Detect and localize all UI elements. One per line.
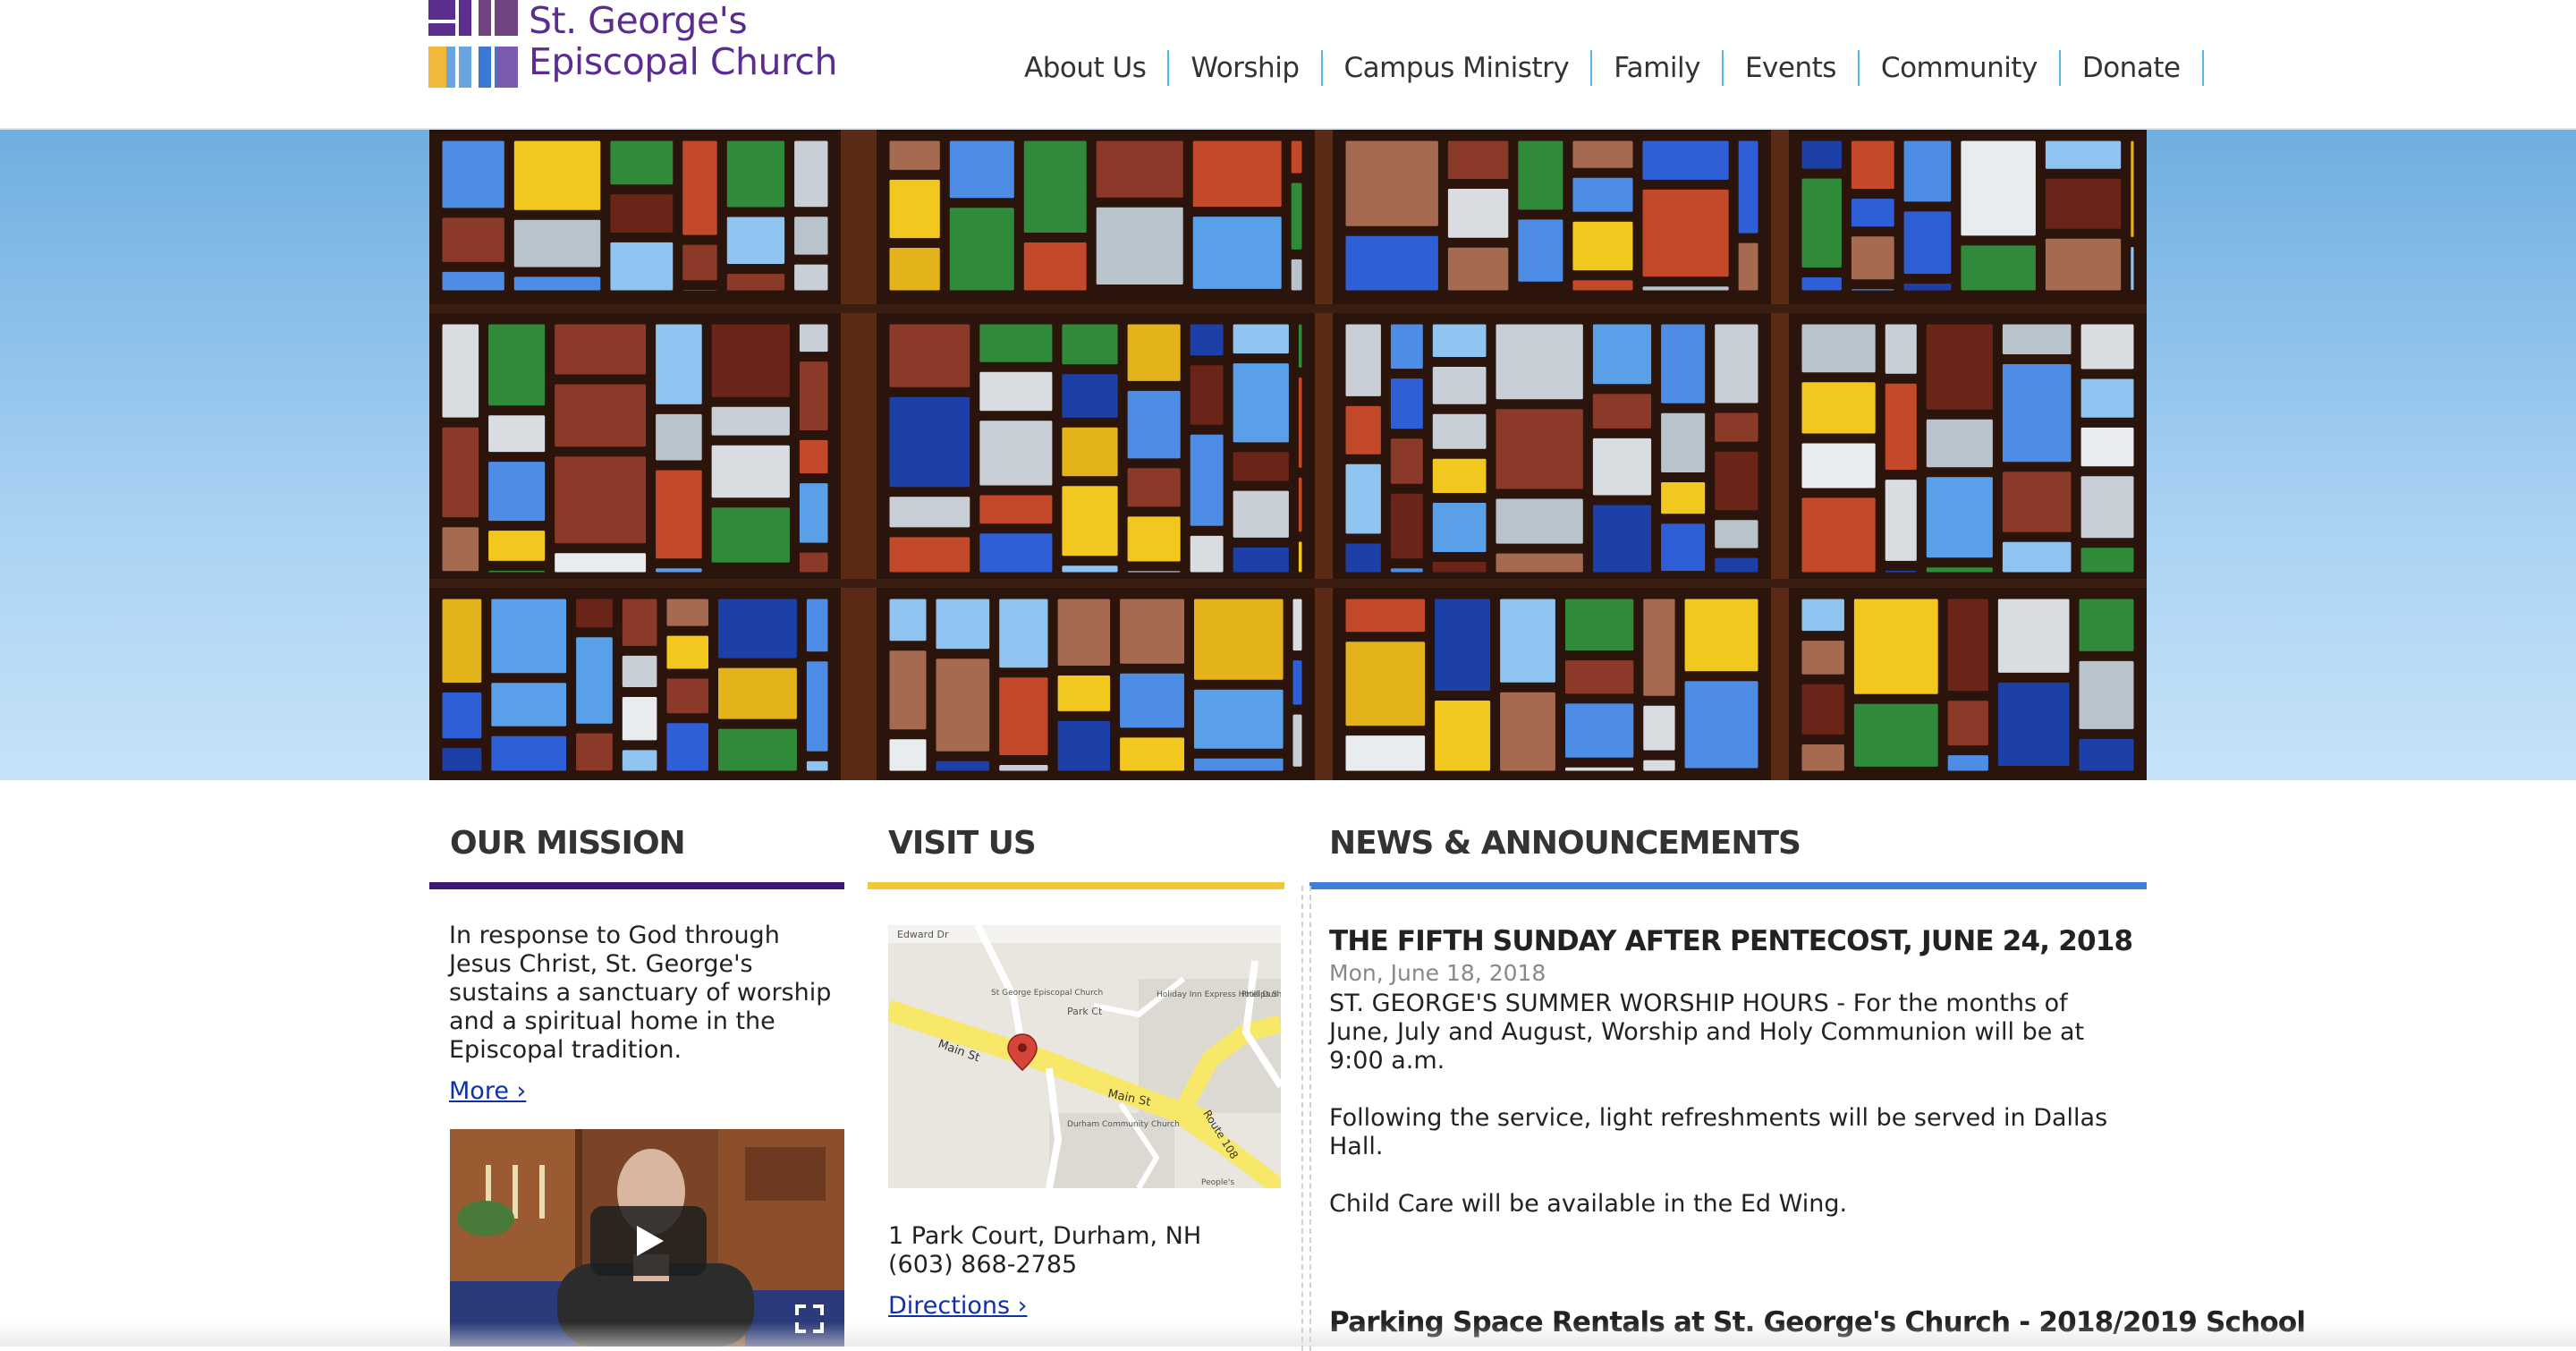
map-label-church: St George Episcopal Church <box>991 989 1103 998</box>
logo-line-2: Episcopal Church <box>529 40 837 83</box>
play-icon[interactable] <box>590 1206 707 1276</box>
nav-about-us[interactable]: About Us <box>1002 50 1170 86</box>
visit-rule <box>868 882 1284 889</box>
mission-section: In response to God through Jesus Christ,… <box>449 922 843 1106</box>
news-paragraph: Child Care will be available in the Ed W… <box>1329 1190 1848 1218</box>
logo-line-1: St. George's <box>529 0 748 42</box>
bottom-fade <box>0 1322 2576 1347</box>
main-nav: About Us Worship Campus Ministry Family … <box>1002 41 2576 95</box>
news-paragraph: ST. GEORGE'S SUMMER WORSHIP HOURS - For … <box>1329 990 2085 1075</box>
nav-community[interactable]: Community <box>1860 50 2061 86</box>
visit-address-block: 1 Park Court, Durham, NH (603) 868-2785 … <box>888 1222 1201 1321</box>
nav-worship[interactable]: Worship <box>1169 50 1323 86</box>
nav-campus-ministry[interactable]: Campus Ministry <box>1323 50 1593 86</box>
site-header: St. George's Episcopal Church About Us W… <box>0 0 2576 130</box>
directions-link[interactable]: Directions › <box>888 1292 1027 1320</box>
map-label-bottom: People's <box>1201 1178 1234 1187</box>
map-label-park-ct: Park Ct <box>1067 1006 1103 1017</box>
column-divider <box>1301 886 1303 1351</box>
nav-family[interactable]: Family <box>1592 50 1724 86</box>
news-item-title[interactable]: THE FIFTH SUNDAY AFTER PENTECOST, JUNE 2… <box>1329 925 2133 957</box>
map-label-phillips: Phillips S <box>1241 990 1277 999</box>
news-item-body: ST. GEORGE'S SUMMER WORSHIP HOURS - For … <box>1329 990 2134 1247</box>
visit-phone: (603) 868-2785 <box>888 1251 1078 1279</box>
mission-rule <box>429 882 844 889</box>
map-embed[interactable]: Edward Dr Main St Main St Park Ct Route … <box>888 925 1281 1188</box>
mission-heading: OUR MISSION <box>450 825 686 862</box>
nav-donate[interactable]: Donate <box>2061 50 2204 86</box>
nav-events[interactable]: Events <box>1724 50 1860 86</box>
mission-text: In response to God through Jesus Christ,… <box>449 922 832 1064</box>
video-player[interactable] <box>450 1129 844 1347</box>
cross-logo-icon <box>428 0 518 88</box>
visit-address: 1 Park Court, Durham, NH <box>888 1222 1202 1250</box>
news-paragraph: Following the service, light refreshment… <box>1329 1104 2108 1160</box>
map-label-top-road: Edward Dr <box>897 929 949 940</box>
mission-more-link[interactable]: More › <box>449 1077 526 1105</box>
site-logo[interactable]: St. George's Episcopal Church <box>428 0 858 89</box>
news-item-date: Mon, June 18, 2018 <box>1329 960 1546 986</box>
hero-stained-glass-image <box>429 130 2147 780</box>
visit-heading: VISIT US <box>888 825 1037 862</box>
news-heading: NEWS & ANNOUNCEMENTS <box>1329 825 1801 862</box>
map-label-community-church: Durham Community Church <box>1067 1120 1180 1129</box>
logo-text: St. George's Episcopal Church <box>529 0 837 82</box>
